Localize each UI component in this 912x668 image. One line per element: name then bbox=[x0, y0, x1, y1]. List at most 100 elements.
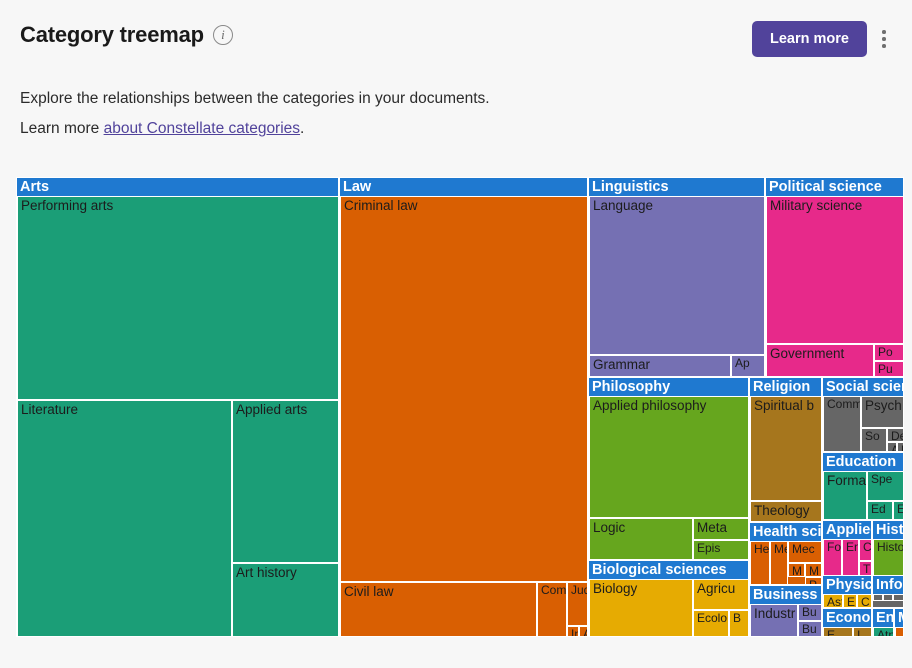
treemap-leaf[interactable]: B bbox=[729, 610, 748, 636]
treemap-leaf[interactable]: Bu bbox=[798, 621, 821, 636]
treemap-leaf[interactable]: Criminal law bbox=[340, 196, 587, 582]
treemap-leaf[interactable] bbox=[873, 594, 883, 601]
treemap-leaf[interactable]: Atn bbox=[873, 627, 893, 636]
treemap-leaf[interactable]: Theology bbox=[750, 501, 821, 521]
treemap-group[interactable]: LawCriminal lawCivil lawCommon lawJudici… bbox=[339, 177, 588, 637]
treemap-leaf[interactable]: Epis bbox=[693, 540, 748, 559]
treemap-leaf[interactable]: Psych bbox=[861, 396, 903, 428]
treemap-group-label: Applied sciences bbox=[823, 521, 871, 539]
info-icon[interactable]: i bbox=[212, 25, 233, 45]
treemap-group[interactable]: Information science bbox=[872, 575, 904, 608]
treemap-leaf[interactable]: Spe bbox=[867, 471, 903, 501]
treemap-group-label: Linguistics bbox=[589, 178, 764, 196]
treemap-leaf[interactable]: He bbox=[750, 541, 770, 584]
treemap-leaf[interactable]: Ed bbox=[867, 501, 893, 519]
treemap-group[interactable]: M bbox=[894, 608, 904, 637]
treemap-leaf[interactable] bbox=[893, 594, 903, 601]
treemap-group[interactable]: EnvironmentAtn bbox=[872, 608, 894, 637]
treemap-leaf[interactable]: Performing arts bbox=[17, 196, 338, 400]
treemap-leaf[interactable]: Applied philosophy bbox=[589, 396, 748, 518]
treemap-leaf[interactable]: Comm bbox=[823, 396, 861, 451]
treemap-group-label: Social science bbox=[823, 378, 903, 396]
treemap-group[interactable]: EconomicsEI bbox=[822, 608, 872, 637]
treemap-group-label: Economics bbox=[823, 609, 871, 627]
title-row: Category treemap i bbox=[20, 22, 233, 48]
treemap-group-label: Environment bbox=[873, 609, 893, 627]
treemap-leaf[interactable]: So bbox=[861, 428, 887, 451]
treemap-leaf[interactable]: Dei bbox=[887, 428, 903, 442]
constellate-categories-link[interactable]: about Constellate categories bbox=[104, 120, 300, 137]
treemap-group[interactable]: Arts Performing arts Literature Applied art… bbox=[16, 177, 339, 637]
learn-more-prefix: Learn more bbox=[20, 120, 104, 137]
treemap-group[interactable]: Linguistics Language Grammar Ap bbox=[588, 177, 765, 377]
treemap-chart[interactable]: Arts Performing arts Literature Applied art… bbox=[16, 177, 904, 637]
treemap-group-label: M bbox=[895, 609, 903, 627]
treemap-leaf[interactable]: A bbox=[887, 442, 897, 451]
treemap-group[interactable]: Physical sciencesAstEC bbox=[822, 575, 872, 608]
treemap-group[interactable]: HistoryHisto bbox=[872, 520, 904, 581]
learn-more-button[interactable]: Learn more bbox=[752, 21, 867, 57]
treemap-leaf[interactable]: Pu bbox=[874, 361, 903, 376]
treemap-leaf[interactable]: Ecolo bbox=[693, 610, 729, 636]
treemap-leaf[interactable]: Formal e bbox=[823, 471, 867, 519]
treemap-leaf[interactable]: E bbox=[843, 594, 857, 607]
treemap-leaf[interactable]: Spiritual b bbox=[750, 396, 821, 501]
panel-description: Explore the relationships between the ca… bbox=[20, 84, 720, 144]
treemap-leaf[interactable]: Applied arts bbox=[232, 400, 338, 563]
treemap-leaf[interactable]: Common law bbox=[537, 582, 567, 636]
treemap-group-label: Political science bbox=[766, 178, 903, 196]
treemap-group-label: Information science bbox=[873, 576, 903, 594]
panel-header: Category treemap i Learn more bbox=[0, 0, 912, 72]
treemap-group[interactable]: EducationFormal eSpeEdE bbox=[822, 452, 904, 520]
treemap-leaf[interactable]: Biology bbox=[589, 579, 693, 636]
treemap-leaf[interactable]: E bbox=[823, 627, 853, 636]
treemap-leaf[interactable]: Judicial bbox=[567, 582, 587, 626]
treemap-leaf[interactable]: E bbox=[893, 501, 903, 519]
treemap-leaf[interactable]: C bbox=[859, 539, 871, 561]
treemap-leaf[interactable]: Literature bbox=[17, 400, 232, 636]
treemap-leaf[interactable]: Meta bbox=[693, 518, 748, 540]
treemap-leaf[interactable]: P bbox=[805, 577, 821, 584]
more-vertical-icon[interactable] bbox=[874, 26, 894, 52]
treemap-group-label: Education bbox=[823, 453, 903, 471]
treemap-leaf[interactable]: Bu bbox=[798, 604, 821, 621]
treemap-group-label: Health sciences bbox=[750, 523, 821, 541]
treemap-group[interactable]: Political science Military science Governm… bbox=[765, 177, 904, 377]
treemap-leaf[interactable]: Ad bbox=[579, 626, 587, 636]
treemap-leaf[interactable]: Grammar bbox=[589, 355, 731, 376]
treemap-leaf[interactable]: Me bbox=[770, 541, 788, 584]
treemap-leaf[interactable]: Po bbox=[874, 344, 903, 361]
treemap-group[interactable]: Health sciencesHeMeMecMMP bbox=[749, 522, 822, 585]
treemap-leaf[interactable]: Civil law bbox=[340, 582, 537, 636]
treemap-leaf[interactable]: E bbox=[897, 442, 903, 451]
treemap-leaf[interactable]: Agricu bbox=[693, 579, 748, 610]
treemap-leaf[interactable]: M bbox=[788, 563, 805, 577]
treemap-leaf[interactable]: I bbox=[853, 627, 871, 636]
learn-more-suffix: . bbox=[300, 120, 305, 137]
treemap-leaf[interactable]: Ap bbox=[731, 355, 764, 376]
treemap-leaf[interactable]: Language bbox=[589, 196, 764, 355]
treemap-leaf[interactable] bbox=[883, 594, 893, 601]
treemap-group-label: Biological sciences bbox=[589, 561, 748, 579]
treemap-group[interactable]: Biological sciences Biology Agricu Ecolo B bbox=[588, 560, 749, 637]
treemap-leaf[interactable]: Military science bbox=[766, 196, 903, 344]
treemap-leaf[interactable]: Art history bbox=[232, 563, 338, 636]
description-line-1: Explore the relationships between the ca… bbox=[20, 90, 490, 107]
treemap-group-label: Arts bbox=[17, 178, 338, 196]
treemap-group[interactable]: Philosophy Applied philosophy Logic Meta Epi… bbox=[588, 377, 749, 560]
treemap-group[interactable]: Religion Spiritual b Theology bbox=[749, 377, 822, 522]
treemap-leaf[interactable]: M bbox=[805, 563, 821, 577]
treemap-group[interactable]: Business Industr Bu Bu bbox=[749, 585, 822, 637]
treemap-leaf[interactable]: Government bbox=[766, 344, 874, 376]
treemap-leaf[interactable]: C bbox=[857, 594, 871, 607]
treemap-leaf[interactable]: Logic bbox=[589, 518, 693, 559]
treemap-leaf[interactable]: Ast bbox=[823, 594, 843, 607]
treemap-group[interactable]: Applied sciencesFoEnCT bbox=[822, 520, 872, 581]
treemap-leaf[interactable]: Mec bbox=[788, 541, 821, 563]
treemap-leaf[interactable]: Int bbox=[567, 626, 579, 636]
treemap-group[interactable]: Social scienceCommPsychSoDeiAE bbox=[822, 377, 904, 452]
treemap-leaf[interactable]: Industr bbox=[750, 604, 798, 636]
description-line-2: Learn more about Constellate categories. bbox=[20, 114, 720, 144]
treemap-group-label: Law bbox=[340, 178, 587, 196]
treemap-leaf[interactable] bbox=[895, 627, 903, 636]
